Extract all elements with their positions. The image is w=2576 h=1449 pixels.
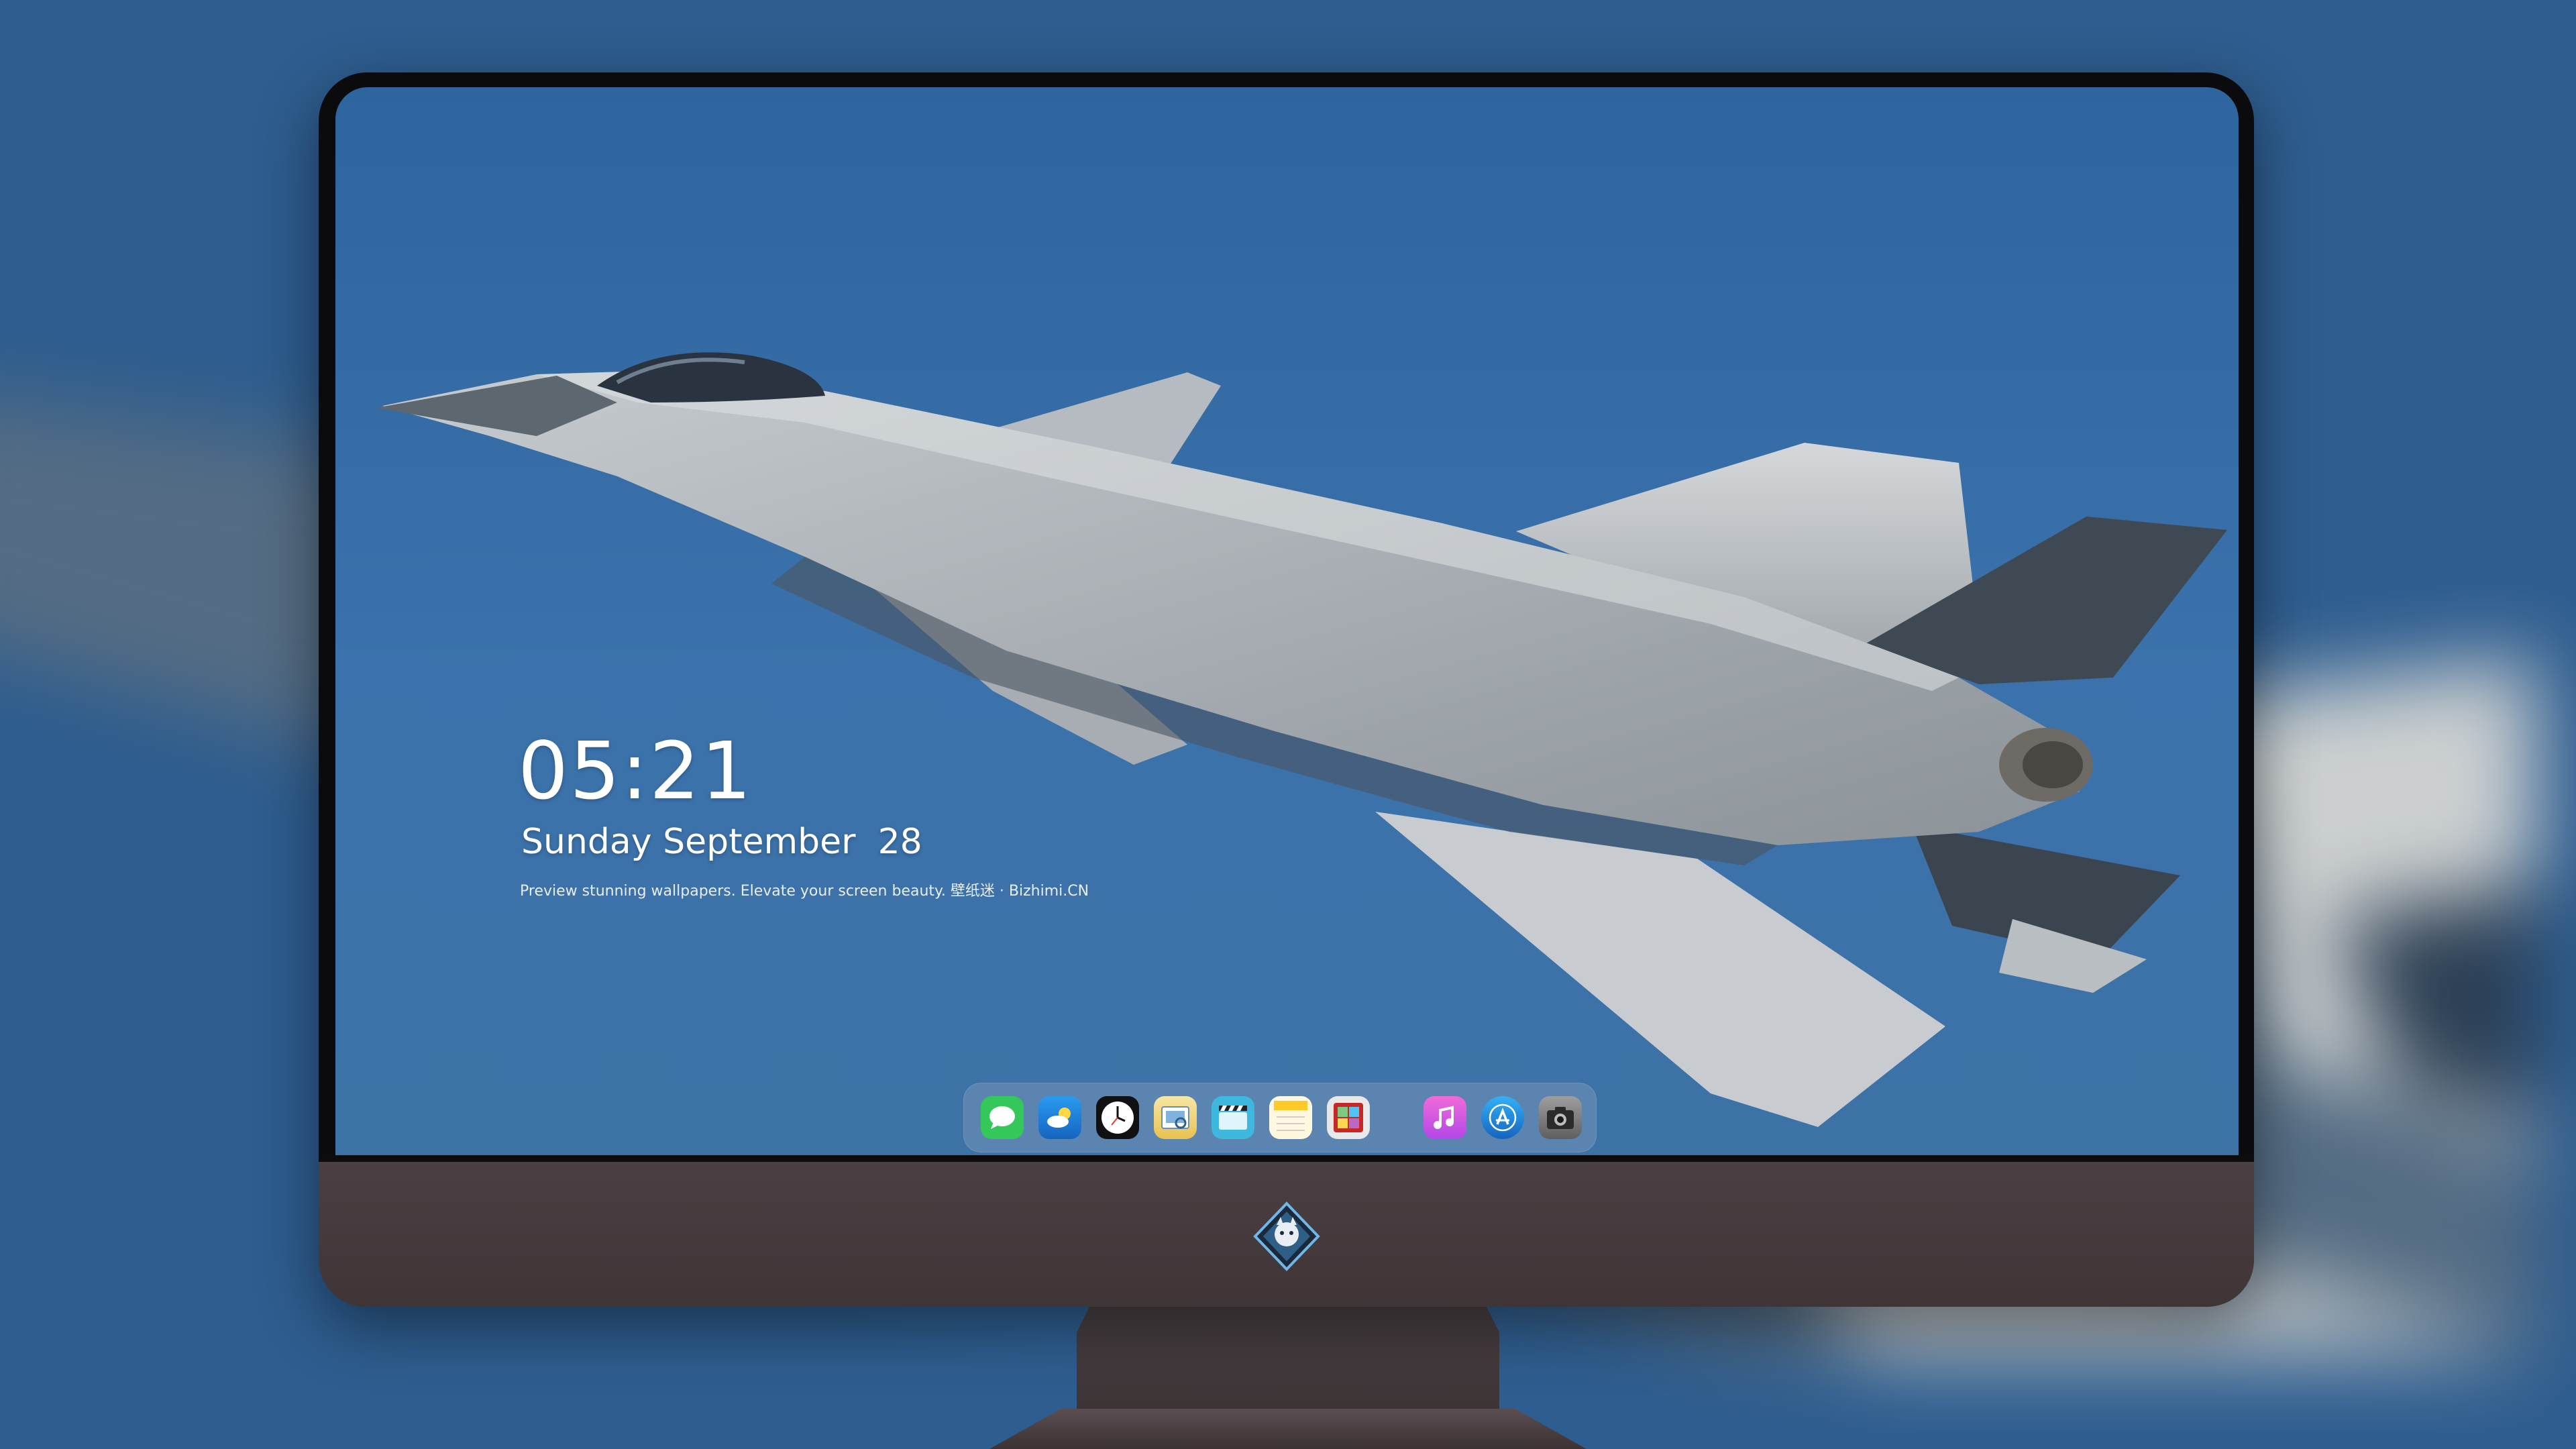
- lock-screen-tagline: Preview stunning wallpapers. Elevate you…: [520, 883, 1089, 900]
- messages-icon[interactable]: [981, 1096, 1024, 1139]
- preview-icon[interactable]: [1154, 1096, 1197, 1139]
- weather-icon[interactable]: [1038, 1096, 1081, 1139]
- itunes-icon[interactable]: [1424, 1096, 1466, 1139]
- clock-icon[interactable]: [1096, 1096, 1139, 1139]
- desktop-scene: 05:21 Sunday September 28 Preview stunni…: [0, 0, 2576, 1449]
- monitor-stand-base: [989, 1409, 1587, 1449]
- notes-icon[interactable]: [1269, 1096, 1312, 1139]
- dock: [963, 1083, 1597, 1152]
- photo-booth-icon[interactable]: [1327, 1096, 1370, 1139]
- lock-screen-date: Sunday September 28: [521, 822, 922, 862]
- lock-screen-time: 05:21: [518, 724, 753, 817]
- lock-screen: 05:21 Sunday September 28 Preview stunni…: [335, 87, 2239, 1155]
- app-store-icon[interactable]: [1481, 1096, 1524, 1139]
- clips-icon[interactable]: [1212, 1096, 1254, 1139]
- brand-logo-icon: [1253, 1201, 1320, 1271]
- jet-wallpaper: [376, 352, 2227, 1127]
- camera-icon[interactable]: [1539, 1096, 1582, 1139]
